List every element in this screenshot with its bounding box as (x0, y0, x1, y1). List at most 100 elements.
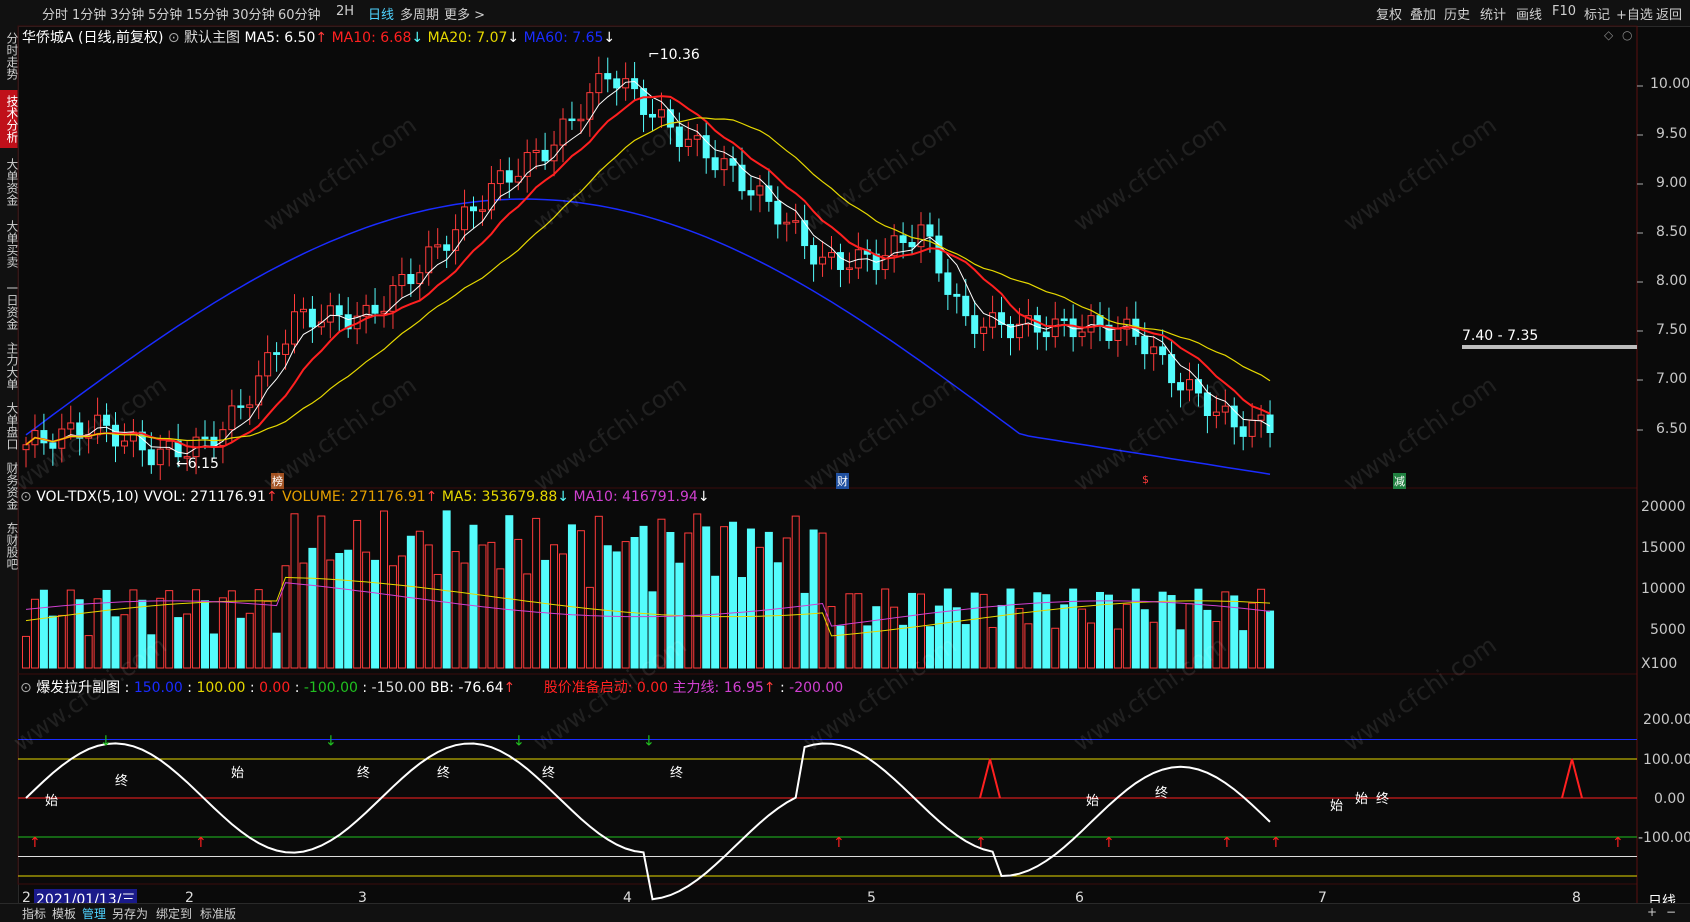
candle-body (1257, 414, 1265, 421)
ind-value: 0.00 (259, 680, 291, 696)
volume-bar (1033, 592, 1042, 669)
candle-body (1114, 328, 1122, 341)
candle-body (675, 126, 683, 147)
event-marker-cai[interactable]: 财 (836, 473, 849, 489)
volume-bar (639, 525, 648, 669)
candle-body (577, 118, 585, 122)
candle-body (425, 246, 433, 274)
candle-body (299, 308, 307, 313)
price-tick: 6.50 (1656, 421, 1688, 437)
volume-bar (263, 600, 272, 669)
arrow-up-icon: ↑ (265, 489, 278, 505)
button-bind-to[interactable]: 绑定到 (156, 905, 192, 922)
volume-bar (388, 565, 397, 669)
candle-body (1177, 382, 1185, 391)
volume-bar (1149, 621, 1158, 669)
arrow-left-icon: ← (176, 456, 188, 472)
candle-body (810, 245, 818, 265)
candle-body (228, 405, 236, 431)
volume-bar (57, 614, 66, 669)
candle-body (452, 229, 460, 251)
volume-bar (1248, 602, 1257, 669)
main-legend: 华侨城A (日线,前复权) ⊙ 默认主图 MA5: 6.50↑ MA10: 6.… (22, 27, 615, 47)
volume-bar (48, 615, 57, 669)
arrow-up-icon: ↑ (425, 489, 438, 505)
button-template[interactable]: 模板 (52, 905, 76, 922)
volume-bar (612, 551, 621, 669)
candle-body (989, 312, 997, 328)
volume-bar (988, 626, 997, 669)
volume-bar (299, 562, 308, 669)
template-name[interactable]: 默认主图 (184, 30, 240, 46)
volume-bar (469, 524, 478, 669)
plus-icon[interactable]: + (1647, 905, 1657, 919)
stock-name[interactable]: 华侨城A (日线,前复权) (22, 30, 163, 46)
volume-value: VOLUME: 271176.91 (282, 489, 426, 505)
button-indicator[interactable]: 指标 (22, 905, 46, 922)
button-standard[interactable]: 标准版 (200, 905, 236, 922)
event-marker-jian[interactable]: 减 (1393, 473, 1406, 489)
candle-body (783, 221, 791, 225)
volume-bar (1006, 588, 1015, 669)
event-marker-dollar[interactable]: $ (1142, 473, 1149, 486)
volume-bar (1078, 608, 1087, 669)
volume-bar (460, 562, 469, 669)
settings-icon[interactable]: ⊙ (168, 30, 180, 46)
candle-body (94, 414, 102, 436)
arrow-down-icon: ↓ (411, 30, 424, 46)
volume-bar (290, 513, 299, 669)
volume-bar (93, 598, 102, 669)
candle-body (335, 305, 343, 316)
candle-body (747, 190, 755, 196)
candle-body (22, 444, 30, 451)
volume-bar (854, 593, 863, 669)
volume-bar (890, 606, 899, 669)
candle-body (308, 308, 316, 328)
volume-bar (1051, 627, 1060, 669)
volume-bar (487, 541, 496, 669)
event-marker-bang[interactable]: 榜 (271, 473, 284, 489)
volume-bar (496, 568, 505, 669)
volume-bar (451, 551, 460, 669)
volume-bar (335, 552, 344, 669)
candle-body (828, 252, 835, 258)
ind-value: 100.00 (196, 680, 246, 696)
volume-bar (245, 612, 254, 669)
button-manage[interactable]: 管理 (82, 905, 106, 922)
volume-bar (156, 597, 165, 669)
circle-icon[interactable]: ○ (1622, 28, 1632, 42)
indicator-name[interactable]: 爆发拉升副图 (36, 680, 120, 696)
end-marker: 终 (542, 766, 556, 781)
ind-panel-border (17, 673, 1638, 885)
volume-bar (1185, 603, 1194, 669)
corner-icon: ⌐ (648, 47, 660, 63)
candle-body (640, 88, 648, 115)
settings-icon[interactable]: ⊙ (20, 680, 32, 696)
volume-bar (782, 537, 791, 669)
candle-body (505, 170, 513, 183)
minus-icon[interactable]: − (1666, 905, 1676, 919)
diamond-icon[interactable]: ◇ (1604, 28, 1613, 42)
vol-legend: ⊙ VOL-TDX(5,10) VVOL: 271176.91↑ VOLUME:… (20, 489, 710, 505)
volume-bar (201, 600, 209, 669)
kline-chart[interactable]: ↑ ↑ ↑ ↑ ↑ ↑ ↑ ↑ ↓ ↓ ↓ ↓ (0, 0, 1690, 921)
volume-bar (746, 528, 755, 669)
candle-body (1203, 392, 1211, 417)
volume-bar (1158, 591, 1167, 669)
arrow-up-icon: ↑ (503, 680, 516, 696)
volume-bar (111, 616, 120, 669)
button-save-as[interactable]: 另存为 (112, 905, 148, 922)
volume-bar (433, 573, 442, 669)
candle-body (720, 158, 728, 171)
candle-body (156, 448, 164, 466)
volume-bar (1113, 628, 1122, 669)
candle-body (326, 305, 334, 323)
volume-bar (362, 551, 371, 669)
volume-bar (281, 565, 290, 669)
settings-icon[interactable]: ⊙ (20, 489, 32, 505)
vol-ma10-value: MA10: 416791.94 (573, 489, 698, 505)
vol-name[interactable]: VOL-TDX(5,10) (36, 489, 139, 505)
volume-bar (1042, 594, 1051, 669)
volume-bar (845, 593, 854, 669)
range-band (1462, 345, 1637, 349)
